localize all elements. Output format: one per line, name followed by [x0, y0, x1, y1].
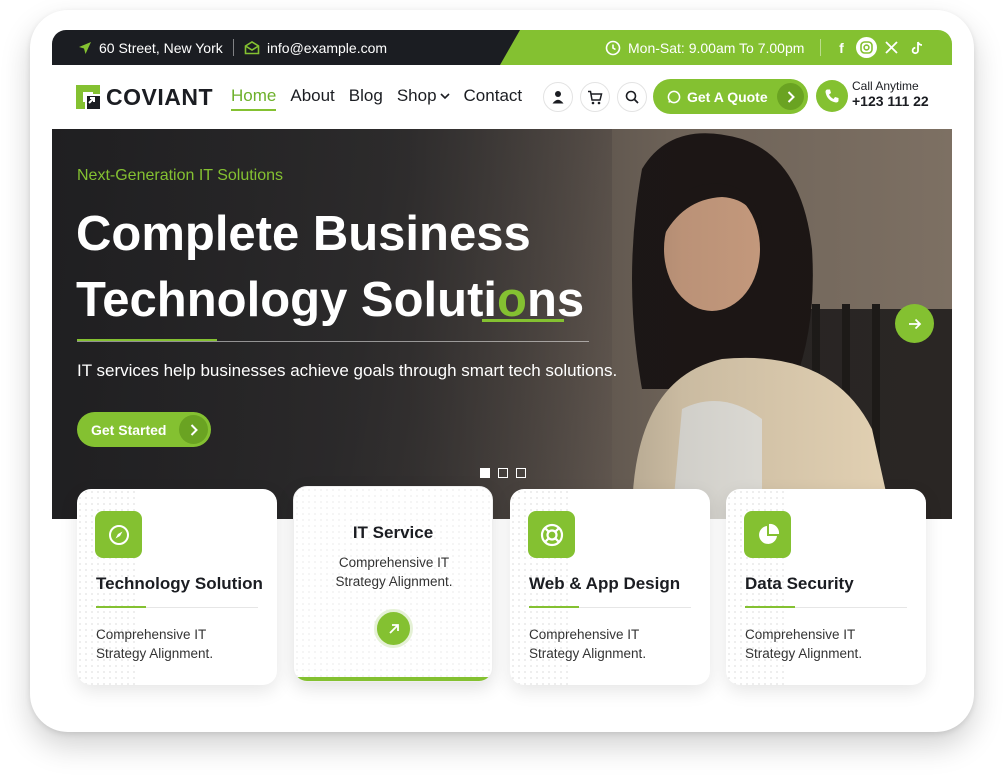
- location-arrow-icon: [79, 41, 91, 54]
- compass-icon: [95, 511, 142, 558]
- address-text: 60 Street, New York: [99, 39, 223, 56]
- hero-divider: [77, 341, 589, 342]
- nav-blog-label: Blog: [348, 86, 383, 105]
- hero-eyebrow: Next-Generation IT Solutions: [77, 167, 284, 184]
- hero-title-line1: Complete Business: [76, 207, 531, 261]
- clock-icon: [605, 40, 621, 55]
- get-a-quote-label: Get A Quote: [687, 88, 768, 105]
- search-button[interactable]: [617, 82, 647, 112]
- card-description: Comprehensive IT Strategy Alignment.: [745, 627, 863, 661]
- hero-divider-accent: [77, 339, 217, 341]
- chevron-right-icon: [777, 83, 804, 110]
- card-title: Data Security: [745, 574, 854, 593]
- card-title: Technology Solution: [96, 574, 263, 593]
- divider: [233, 39, 234, 56]
- slider-next-button[interactable]: [895, 304, 934, 343]
- email-link[interactable]: info@example.com: [267, 40, 387, 56]
- address-item: 60 Street, New York: [78, 30, 223, 65]
- slider-dot-3[interactable]: [516, 468, 526, 478]
- site-logo[interactable]: COVIANT: [76, 84, 213, 110]
- hero-description: IT services help businesses achieve goal…: [77, 361, 618, 380]
- top-bar: 60 Street, New York info@example.com Mon…: [52, 30, 952, 65]
- get-started-label: Get Started: [91, 421, 167, 438]
- user-account-button[interactable]: [543, 82, 573, 112]
- facebook-icon[interactable]: f: [831, 37, 852, 58]
- card-divider: [96, 606, 258, 608]
- get-a-quote-button[interactable]: Get A Quote: [653, 79, 808, 114]
- nav-contact-label: Contact: [463, 86, 523, 105]
- divider: [820, 39, 821, 56]
- whatsapp-icon: [667, 90, 681, 103]
- card-description: Comprehensive IT Strategy Alignment.: [529, 627, 647, 661]
- service-card-featured[interactable]: IT Service Comprehensive IT Strategy Ali…: [293, 486, 493, 682]
- tiktok-icon[interactable]: [906, 37, 927, 58]
- hero-title-underline: [482, 319, 564, 322]
- logo-text: COVIANT: [106, 83, 213, 110]
- card-description: Comprehensive IT Strategy Alignment.: [335, 555, 453, 589]
- nav-blog[interactable]: Blog: [349, 86, 383, 106]
- hero-slider: Next-Generation IT Solutions Complete Bu…: [52, 129, 952, 519]
- card-description: Comprehensive IT Strategy Alignment.: [96, 627, 214, 661]
- pie-chart-icon: [744, 511, 791, 558]
- card-title: Web & App Design: [529, 574, 681, 593]
- slider-dots: [480, 468, 526, 478]
- logo-mark-icon: [76, 85, 100, 109]
- arrow-right-icon: [908, 318, 921, 329]
- card-divider: [745, 606, 907, 608]
- slider-dot-1[interactable]: [480, 468, 490, 478]
- website-mockup-frame: 60 Street, New York info@example.com Mon…: [30, 10, 974, 732]
- cart-button[interactable]: [580, 82, 610, 112]
- instagram-icon[interactable]: [856, 37, 877, 58]
- call-info: Call Anytime +123 111 22: [852, 79, 929, 109]
- nav-about[interactable]: About: [290, 86, 334, 106]
- call-label: Call Anytime: [852, 79, 919, 93]
- user-icon: [552, 91, 564, 104]
- main-header: COVIANT Home About Blog Shop Contact Get…: [52, 74, 952, 122]
- chevron-right-icon: [179, 415, 208, 444]
- card-title: IT Service: [352, 523, 434, 542]
- nav-about-label: About: [290, 86, 335, 105]
- card-divider: [529, 606, 691, 608]
- hours-item: Mon-Sat: 9.00am To 7.00pm: [605, 30, 804, 65]
- hours-text: Mon-Sat: 9.00am To 7.00pm: [628, 39, 805, 56]
- get-started-button[interactable]: Get Started: [77, 412, 211, 447]
- hero-title: Complete Business Technology Solutions: [76, 201, 636, 333]
- nav-shop-label: Shop: [396, 86, 437, 105]
- slider-dot-2[interactable]: [498, 468, 508, 478]
- call-number[interactable]: +123 111 22: [852, 94, 929, 109]
- hero-title-line2: Technology Solutions: [76, 267, 636, 333]
- service-card[interactable]: Web & App Design Comprehensive IT Strate…: [510, 489, 710, 685]
- hero-title-line2-part: Technology Solut: [76, 273, 484, 327]
- search-icon: [625, 90, 639, 104]
- x-icon[interactable]: [881, 37, 902, 58]
- envelope-icon: [244, 40, 260, 54]
- nav-home-label: Home: [231, 86, 277, 105]
- nav-contact[interactable]: Contact: [464, 86, 523, 106]
- email-item[interactable]: info@example.com: [244, 30, 387, 65]
- arrow-up-right-icon[interactable]: [374, 609, 413, 648]
- nav-shop[interactable]: Shop: [397, 86, 450, 106]
- nav-home[interactable]: Home: [231, 86, 277, 111]
- main-nav: Home About Blog Shop Contact: [231, 86, 523, 111]
- phone-call-icon[interactable]: [816, 80, 848, 112]
- service-card[interactable]: Technology Solution Comprehensive IT Str…: [77, 489, 277, 685]
- chevron-down-icon: [439, 92, 450, 99]
- lifebuoy-icon: [528, 511, 575, 558]
- service-card[interactable]: Data Security Comprehensive IT Strategy …: [726, 489, 926, 685]
- cart-icon: [588, 90, 603, 104]
